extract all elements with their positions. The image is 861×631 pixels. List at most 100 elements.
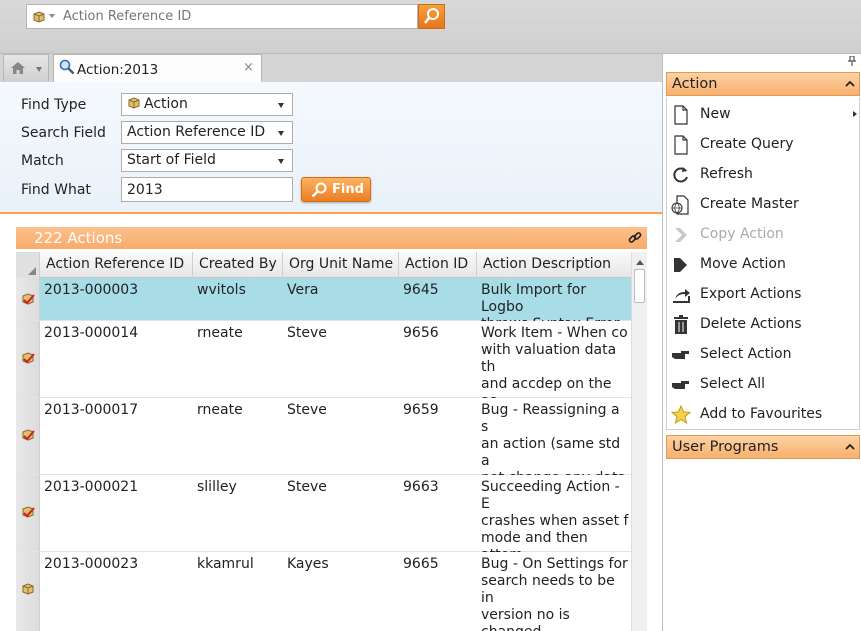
row-selector[interactable] xyxy=(16,552,40,631)
chevron-down-icon xyxy=(278,131,284,136)
search-type-caret-icon[interactable] xyxy=(49,14,55,18)
chevron-down-icon xyxy=(278,103,284,108)
export-icon xyxy=(673,289,690,303)
action-type-icon[interactable] xyxy=(32,10,46,24)
row-selector[interactable] xyxy=(16,278,40,320)
scroll-thumb[interactable] xyxy=(634,269,645,303)
column-header-org-unit[interactable]: Org Unit Name xyxy=(283,252,399,278)
globe-doc-icon xyxy=(671,195,689,215)
tab-list-caret-icon[interactable] xyxy=(36,67,42,72)
pointer-hand-icon xyxy=(672,351,689,359)
cell-ref: 2013-000014 xyxy=(44,325,139,341)
table-row[interactable]: 2013-000023 kkamrul Kayes 9665 Bug - On … xyxy=(16,552,631,631)
cell-ref: 2013-000023 xyxy=(44,556,139,572)
menu-item-label: Delete Actions xyxy=(700,316,802,332)
match-label: Match xyxy=(21,153,64,169)
trash-icon xyxy=(674,315,688,334)
cell-action-id: 9656 xyxy=(403,325,439,341)
table-row[interactable]: 2013-000003 wvitols Vera 9645 Bulk Impor… xyxy=(16,278,631,332)
column-header-action-id[interactable]: Action ID xyxy=(399,252,477,278)
user-programs-section-header[interactable]: User Programs xyxy=(666,435,860,459)
move-arrow-icon xyxy=(674,258,687,272)
match-value: Start of Field xyxy=(127,152,216,168)
pin-icon[interactable] xyxy=(847,56,857,66)
menu-item-create-master[interactable]: Create Master xyxy=(667,189,859,219)
cell-org-unit: Steve xyxy=(287,325,327,341)
copy-arrow-icon xyxy=(675,228,687,242)
menu-item-label: Copy Action xyxy=(700,226,784,242)
tab-strip: Action:2013 × xyxy=(0,54,662,82)
menu-item-select-all[interactable]: Select All xyxy=(667,369,859,399)
search-field-select[interactable]: Action Reference ID xyxy=(121,121,293,144)
cell-ref: 2013-000003 xyxy=(44,282,139,298)
menu-item-label: Select Action xyxy=(700,346,792,362)
action-section-title: Action xyxy=(672,76,718,92)
search-box[interactable] xyxy=(26,4,418,29)
grid-header: Action Reference ID Created By Org Unit … xyxy=(16,252,631,278)
search-button[interactable] xyxy=(418,4,445,29)
cell-description: Bug - On Settings for search needs to be… xyxy=(481,556,628,631)
menu-item-label: Select All xyxy=(700,376,765,392)
action-check-icon xyxy=(22,352,35,364)
find-button[interactable]: Find xyxy=(301,177,371,202)
find-what-input[interactable] xyxy=(121,177,293,202)
menu-item-export-actions[interactable]: Export Actions xyxy=(667,279,859,309)
cell-action-id: 9645 xyxy=(403,282,439,298)
menu-item-copy-action[interactable]: Copy Action xyxy=(667,219,859,249)
query-doc-icon xyxy=(674,135,688,155)
row-selector[interactable] xyxy=(16,398,40,474)
column-header-description[interactable]: Action Description xyxy=(477,252,631,278)
action-check-icon xyxy=(22,429,35,441)
table-row[interactable]: 2013-000014 rneate Steve 9656 Work Item … xyxy=(16,321,631,426)
cell-action-id: 9659 xyxy=(403,402,439,418)
action-check-icon xyxy=(22,506,35,518)
menu-item-label: Refresh xyxy=(700,166,753,182)
tab-home[interactable] xyxy=(3,54,49,81)
menu-item-delete-actions[interactable]: Delete Actions xyxy=(667,309,859,339)
find-panel: Find Type Action Search Field Action Ref… xyxy=(0,82,662,214)
action-section-header[interactable]: Action xyxy=(666,72,860,96)
results-count-title: 222 Actions xyxy=(34,229,123,247)
pointer-hand-icon xyxy=(672,381,689,389)
tab-action-2013[interactable]: Action:2013 × xyxy=(53,54,262,82)
row-selector[interactable] xyxy=(16,475,40,551)
menu-item-add-to-favourites[interactable]: Add to Favourites xyxy=(667,399,859,429)
scroll-up-icon[interactable] xyxy=(636,260,644,265)
cell-org-unit: Kayes xyxy=(287,556,329,572)
cell-created-by: slilley xyxy=(197,479,237,495)
new-doc-icon xyxy=(674,105,688,125)
action-side-panel: Action New Create Query Refresh Create M… xyxy=(662,54,861,631)
link-icon[interactable] xyxy=(628,231,642,245)
cell-ref: 2013-000017 xyxy=(44,402,139,418)
find-what-label: Find What xyxy=(21,182,91,198)
table-row[interactable]: 2013-000021 slilley Steve 9663 Succeedin… xyxy=(16,475,631,580)
cell-created-by: rneate xyxy=(197,325,243,341)
cell-created-by: kkamrul xyxy=(197,556,254,572)
star-icon xyxy=(671,405,691,425)
menu-item-move-action[interactable]: Move Action xyxy=(667,249,859,279)
table-row[interactable]: 2013-000017 rneate Steve 9659 Bug - Reas… xyxy=(16,398,631,503)
menu-item-refresh[interactable]: Refresh xyxy=(667,159,859,189)
menu-item-select-action[interactable]: Select Action xyxy=(667,339,859,369)
column-header-ref[interactable]: Action Reference ID xyxy=(40,252,193,278)
search-input[interactable] xyxy=(63,7,413,26)
close-tab-icon[interactable]: × xyxy=(243,60,254,75)
cell-ref: 2013-000021 xyxy=(44,479,139,495)
grid-vertical-scrollbar[interactable] xyxy=(631,252,647,631)
match-select[interactable]: Start of Field xyxy=(121,149,293,172)
chevron-down-icon xyxy=(278,159,284,164)
row-selector[interactable] xyxy=(16,321,40,397)
refresh-icon xyxy=(673,167,688,183)
tab-label: Action:2013 xyxy=(77,62,159,78)
cell-action-id: 9665 xyxy=(403,556,439,572)
submenu-arrow-icon xyxy=(853,111,857,117)
corner-triangle-icon xyxy=(28,267,36,275)
search-field-value: Action Reference ID xyxy=(127,124,266,140)
select-all-corner[interactable] xyxy=(16,252,40,278)
find-type-select[interactable]: Action xyxy=(121,93,293,116)
home-icon xyxy=(11,62,25,74)
find-type-label: Find Type xyxy=(21,97,87,113)
menu-item-create-query[interactable]: Create Query xyxy=(667,129,859,159)
column-header-created-by[interactable]: Created By xyxy=(193,252,283,278)
menu-item-new[interactable]: New xyxy=(667,99,859,129)
